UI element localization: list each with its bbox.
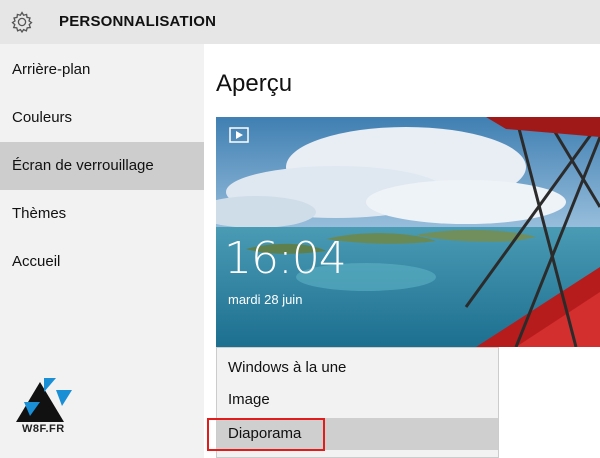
sidebar-item-couleurs[interactable]: Couleurs (0, 94, 204, 142)
main-panel: Aperçu 16:04 mardi 28 juin Windows à la … (204, 44, 600, 458)
section-title: Aperçu (216, 70, 293, 97)
option-windows-a-la-une[interactable]: Windows à la une (217, 352, 498, 384)
preview-image (216, 117, 600, 347)
sidebar-item-arriere-plan[interactable]: Arrière-plan (0, 46, 204, 94)
lock-screen-clock: 16:04 (224, 233, 347, 284)
highlight-annotation-box (207, 418, 325, 451)
title-bar: PERSONNALISATION (0, 0, 600, 44)
gear-icon (11, 11, 33, 34)
logo-text: W8F.FR (22, 423, 65, 435)
lock-screen-date: mardi 28 juin (228, 292, 303, 307)
slideshow-icon (229, 127, 249, 143)
sidebar-item-themes[interactable]: Thèmes (0, 190, 204, 238)
sidebar-item-accueil[interactable]: Accueil (0, 238, 204, 286)
sidebar-item-ecran-de-verrouillage[interactable]: Écran de verrouillage (0, 142, 204, 190)
app-title: PERSONNALISATION (59, 13, 217, 30)
option-image[interactable]: Image (217, 384, 498, 416)
lock-screen-preview: 16:04 mardi 28 juin (216, 117, 600, 347)
